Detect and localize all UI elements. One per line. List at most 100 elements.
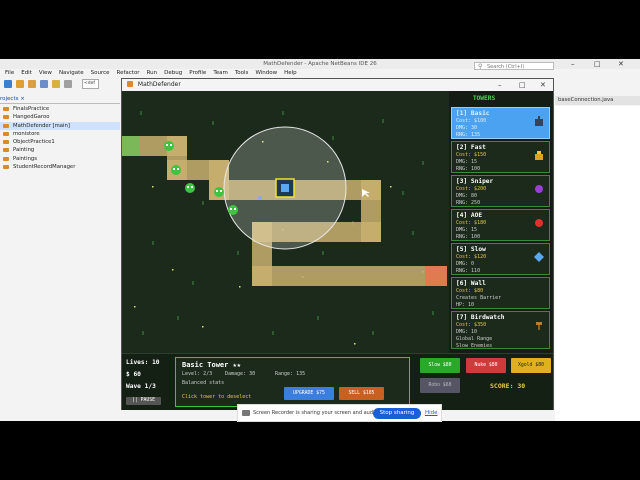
tower-description: Balanced stats [182, 380, 225, 386]
new-file-icon[interactable] [4, 79, 12, 88]
project-item-selected[interactable]: MathDefender [main] [0, 121, 120, 130]
game-minimize-icon[interactable]: – [498, 79, 502, 91]
project-item[interactable]: FinalsPractice [0, 105, 120, 113]
wave-counter: Wave 1/3 [126, 383, 156, 390]
sniper-tower-icon [535, 185, 543, 193]
enemy [185, 183, 195, 193]
menu-window[interactable]: Window [255, 69, 277, 77]
config-combo[interactable]: <def [82, 78, 99, 89]
basic-tower-icon [535, 116, 543, 126]
project-item[interactable]: ObjectPractice1 [0, 138, 120, 146]
java-project-icon [3, 115, 9, 120]
map-canvas[interactable] [122, 91, 449, 353]
menu-navigate[interactable]: Navigate [59, 69, 84, 77]
tower-card-fast[interactable]: [2] Fast Cost: $150 DMG: 15 RNG: 100 [451, 141, 550, 173]
menu-debug[interactable]: Debug [164, 69, 182, 77]
tower-card-sniper[interactable]: [3] Sniper Cost: $200 DMG: 80 RNG: 250 [451, 175, 550, 207]
slow-tower-icon [534, 252, 544, 262]
redo-icon[interactable] [64, 79, 72, 88]
game-field[interactable] [122, 91, 449, 353]
tower-damage: Damage: 30 [225, 371, 256, 377]
menu-help[interactable]: Help [284, 69, 297, 77]
towers-header: TOWERS [472, 95, 496, 102]
screen-share-icon [242, 410, 250, 416]
code-editor[interactable] [555, 106, 640, 421]
ide-title-bar: MathDefender - Apache NetBeans IDE 26 ⚲ … [0, 59, 640, 70]
java-app-icon [127, 81, 133, 87]
java-project-icon [3, 123, 9, 128]
tower-info-title: Basic Tower ★★ [182, 361, 242, 369]
close-icon[interactable]: ✕ [618, 59, 624, 69]
sell-button[interactable]: SELL $105 [339, 387, 384, 400]
menu-view[interactable]: View [39, 69, 52, 77]
editor-tab[interactable]: baseConnection.java [555, 96, 640, 105]
stop-sharing-button[interactable]: Stop sharing [373, 408, 421, 419]
project-item[interactable]: Paintings [0, 155, 120, 163]
hide-button[interactable]: Hide [425, 408, 438, 419]
enemy [171, 165, 181, 175]
java-project-icon [3, 131, 9, 136]
java-project-icon [3, 140, 9, 145]
enemy [214, 187, 224, 197]
java-project-icon [3, 156, 9, 161]
tower-level: Level: 2/3 [182, 371, 213, 377]
ide-menu-bar: File Edit View Navigate Source Refactor … [0, 69, 640, 77]
java-project-icon [3, 165, 9, 170]
deselect-hint: Click tower to deselect [182, 394, 252, 400]
tower-card-basic[interactable]: [1] Basic Cost: $100 DMG: 30 RNG: 135 [451, 107, 550, 139]
game-hud: Lives: 10 $ 60 Wave 1/3 || PAUSE Basic T… [122, 353, 553, 410]
game-title-bar: MathDefender – □ ✕ [122, 79, 553, 91]
game-window-title: MathDefender [137, 81, 181, 88]
menu-source[interactable]: Source [91, 69, 110, 77]
sharing-message: Screen Recorder is sharing your screen a… [253, 410, 379, 416]
enemy [164, 141, 174, 151]
screen-sharing-bar: Screen Recorder is sharing your screen a… [237, 404, 442, 422]
menu-profile[interactable]: Profile [189, 69, 206, 77]
tower-info-panel: Basic Tower ★★ Level: 2/3 Damage: 30 Ran… [175, 357, 410, 407]
tower-icon [281, 184, 289, 192]
gold-ability-button[interactable]: Xgold $80 [511, 358, 551, 373]
game-maximize-icon[interactable]: □ [519, 79, 526, 91]
save-all-icon[interactable] [40, 79, 48, 88]
tower-card-birdwatch[interactable]: [7] Birdwatch Cost: $350 DMG: 10 Global Ran… [451, 311, 550, 349]
pause-button[interactable]: || PAUSE [126, 397, 161, 405]
menu-edit[interactable]: Edit [21, 69, 32, 77]
menu-team[interactable]: Team [213, 69, 228, 77]
fast-tower-icon [535, 151, 543, 160]
robo-ability-button[interactable]: Robo $60 [420, 378, 460, 393]
menu-refactor[interactable]: Refactor [117, 69, 140, 77]
undo-icon[interactable] [52, 79, 60, 88]
base-tile [425, 266, 447, 286]
menu-file[interactable]: File [5, 69, 14, 77]
birdwatch-tower-icon [536, 322, 542, 330]
score-display: SCORE: 30 [490, 382, 526, 390]
project-item[interactable]: Painting [0, 146, 120, 154]
tower-sidebar: TOWERS [1] Basic Cost: $100 DMG: 30 RNG: 13… [449, 91, 553, 353]
projectile [258, 196, 262, 200]
projects-tab[interactable]: rojects × [0, 95, 120, 104]
tower-card-wall[interactable]: [6] Wall Cost: $80 Creates Barrier HP: 10 [451, 277, 550, 309]
project-tree: FinalsPractice HangedGaroo MathDefender … [0, 105, 120, 171]
menu-tools[interactable]: Tools [235, 69, 249, 77]
spawn-tile [122, 136, 140, 156]
aoe-tower-icon [535, 219, 543, 227]
java-project-icon [3, 107, 9, 111]
project-item[interactable]: monistore [0, 130, 120, 138]
game-window: MathDefender – □ ✕ TOWERS [1] Basic Cost… [121, 78, 554, 410]
nuke-ability-button[interactable]: Nuke $80 [466, 358, 506, 373]
money-counter: $ 60 [126, 371, 141, 378]
tower-card-slow[interactable]: [5] Slow Cost: $120 DMG: 0 RNG: 110 [451, 243, 550, 275]
project-item[interactable]: HangedGaroo [0, 113, 120, 121]
java-project-icon [3, 148, 9, 153]
upgrade-button[interactable]: UPGRADE $75 [284, 387, 334, 400]
minimize-icon[interactable]: – [571, 59, 575, 69]
tower-card-aoe[interactable]: [4] AOE Cost: $180 DMG: 15 RNG: 100 [451, 209, 550, 241]
menu-run[interactable]: Run [147, 69, 158, 77]
open-project-icon[interactable] [28, 79, 36, 88]
maximize-icon[interactable]: □ [594, 59, 601, 69]
game-close-icon[interactable]: ✕ [540, 79, 546, 91]
lives-counter: Lives: 10 [126, 359, 160, 366]
new-project-icon[interactable] [16, 79, 24, 88]
slow-ability-button[interactable]: Slow $80 [420, 358, 460, 373]
project-item[interactable]: StudentRecordManager [0, 163, 120, 171]
